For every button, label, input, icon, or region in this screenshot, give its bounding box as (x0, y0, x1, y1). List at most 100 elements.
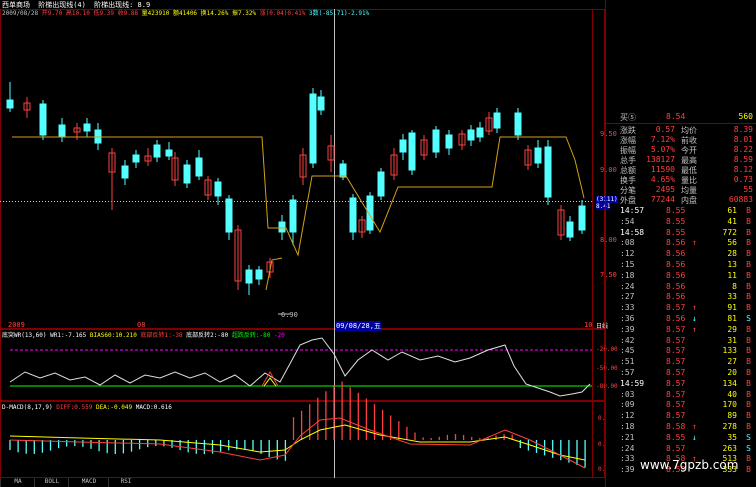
tick-side: S (746, 314, 751, 323)
tick-time: :12 (620, 249, 635, 259)
tick-row[interactable]: :57 8.57 20 B (606, 368, 756, 379)
buy5-volume: 560 (738, 112, 753, 121)
tick-row[interactable]: :08 8.56 ↑ 56 B (606, 238, 756, 249)
tab-macd[interactable]: MACD (68, 478, 109, 487)
tick-row[interactable]: :09 8.57 170 B (606, 400, 756, 411)
candle-body (6, 99, 14, 109)
candle-body (514, 112, 522, 136)
tick-price: 8.57 (666, 389, 686, 399)
buy5-price: 8.54 (666, 112, 686, 121)
tick-row[interactable]: 14:57 8.55 61 B (606, 206, 756, 217)
date-year: 2009 (8, 321, 25, 329)
tick-price: 8.56 (666, 281, 686, 291)
tick-volume: 11 (727, 270, 737, 280)
tick-price: 8.57 (666, 346, 686, 356)
tick-volume: 29 (727, 324, 737, 334)
candle-body (278, 221, 286, 233)
tick-row[interactable]: :12 8.57 89 B (606, 411, 756, 422)
reversal1-value: 底部反转1:-38 (140, 332, 183, 339)
tick-row[interactable]: :54 8.55 41 B (606, 217, 756, 228)
main-chart-area[interactable]: 西单商场 阶梯出现线(4) 阶梯出现线: 8.9 2009/08/28 开9.7… (0, 0, 738, 487)
candle-body (349, 197, 357, 233)
tick-side: B (746, 400, 751, 410)
tick-row[interactable]: :33 8.57 ↑ 91 B (606, 303, 756, 314)
tab-rsi[interactable]: RSI (108, 478, 143, 487)
tick-volume: 31 (727, 335, 737, 345)
up-arrow-icon: ↑ (692, 324, 697, 334)
tick-side: B (746, 378, 751, 388)
macd-label: D-MACD(8,17,9) (2, 404, 53, 411)
tick-side: B (746, 270, 751, 280)
tick-row[interactable]: :03 8.57 40 B (606, 390, 756, 401)
tick-volume: 35 (727, 432, 737, 442)
tick-row[interactable]: :21 8.55 ↓ 35 S (606, 433, 756, 444)
tick-side: B (746, 389, 751, 399)
tick-side: B (746, 238, 751, 248)
quote-value: 60883 (728, 195, 753, 204)
tick-side: B (746, 357, 751, 367)
tick-volume: 89 (727, 411, 737, 421)
tick-row[interactable]: :45 8.57 133 B (606, 346, 756, 357)
ladder-line (12, 136, 585, 291)
tick-row[interactable]: :24 8.56 8 B (606, 282, 756, 293)
candles-group (6, 82, 586, 315)
tab-boll[interactable]: BOLL (34, 478, 69, 487)
tick-time: :45 (620, 346, 635, 356)
kline-chart[interactable] (0, 0, 605, 487)
tick-time: :24 (620, 443, 635, 453)
tick-row[interactable]: :27 8.56 33 B (606, 292, 756, 303)
tick-side: S (746, 443, 751, 453)
quote-value: 0.57 (655, 125, 675, 134)
tick-time: 14:59 (620, 378, 645, 388)
tick-row[interactable]: :39 8.57 ↑ 29 B (606, 325, 756, 336)
tick-row[interactable]: :36 8.56 ↓ 81 S (606, 314, 756, 325)
ohlc-amplitude: 振7.32% (231, 10, 257, 17)
candle-body (399, 139, 407, 153)
tick-row[interactable]: :12 8.56 28 B (606, 249, 756, 260)
min-price-label: 6.90 (281, 311, 298, 319)
candle-body (195, 157, 203, 177)
tick-time: :24 (620, 281, 635, 291)
buy5-label: 买⑤ (620, 113, 636, 122)
candle-body (467, 129, 475, 141)
candle-body (289, 199, 297, 233)
macd-value: MACD:0.616 (135, 404, 172, 411)
ohlc-open: 开9.70 (41, 10, 63, 17)
tick-time: :18 (620, 270, 635, 280)
tick-row[interactable]: 14:59 8.57 134 B (606, 379, 756, 390)
tick-price: 8.57 (666, 335, 686, 345)
macd-bars (9, 381, 586, 469)
ohlc-low: 低9.39 (93, 10, 114, 17)
tick-row[interactable]: :51 8.57 27 B (606, 357, 756, 368)
tick-side: B (746, 216, 751, 226)
tab-ma[interactable]: MA (0, 478, 35, 487)
tick-time: :57 (620, 368, 635, 377)
tick-row[interactable]: :18 8.58 ↑ 278 B (606, 422, 756, 433)
tick-side: B (746, 249, 751, 259)
tick-price: 8.56 (666, 270, 686, 280)
quote-value: 11590 (650, 165, 675, 174)
candle-body (83, 123, 91, 132)
candle-body (183, 164, 191, 184)
quote-value: 8.59 (733, 155, 753, 164)
ladder-fragment (265, 257, 283, 291)
ohlc-volume: 量423910 (141, 10, 170, 17)
tick-row[interactable]: :24 8.57 263 S (606, 444, 756, 455)
quote-value: 77244 (650, 195, 675, 204)
date-cursor: 09/08/28,五 (336, 321, 381, 331)
tick-volume: 278 (722, 422, 737, 431)
tick-row[interactable]: :42 8.57 31 B (606, 336, 756, 347)
tick-row[interactable]: :18 8.56 11 B (606, 271, 756, 282)
tick-row[interactable]: :15 8.56 13 B (606, 260, 756, 271)
quote-value: 138127 (646, 155, 675, 164)
tick-time: :39 (620, 324, 635, 334)
tick-row[interactable]: 14:58 8.55 772 B (606, 228, 756, 239)
quote-value: 0.73 (733, 175, 753, 184)
candle-body (121, 165, 129, 179)
tick-volume: 33 (727, 292, 737, 302)
reversal2-value: 底部反转2:-80 (186, 332, 229, 339)
date-month: 08 (137, 321, 146, 329)
candle-body (566, 221, 574, 238)
tick-side: B (746, 303, 751, 313)
candle-body (255, 269, 263, 280)
